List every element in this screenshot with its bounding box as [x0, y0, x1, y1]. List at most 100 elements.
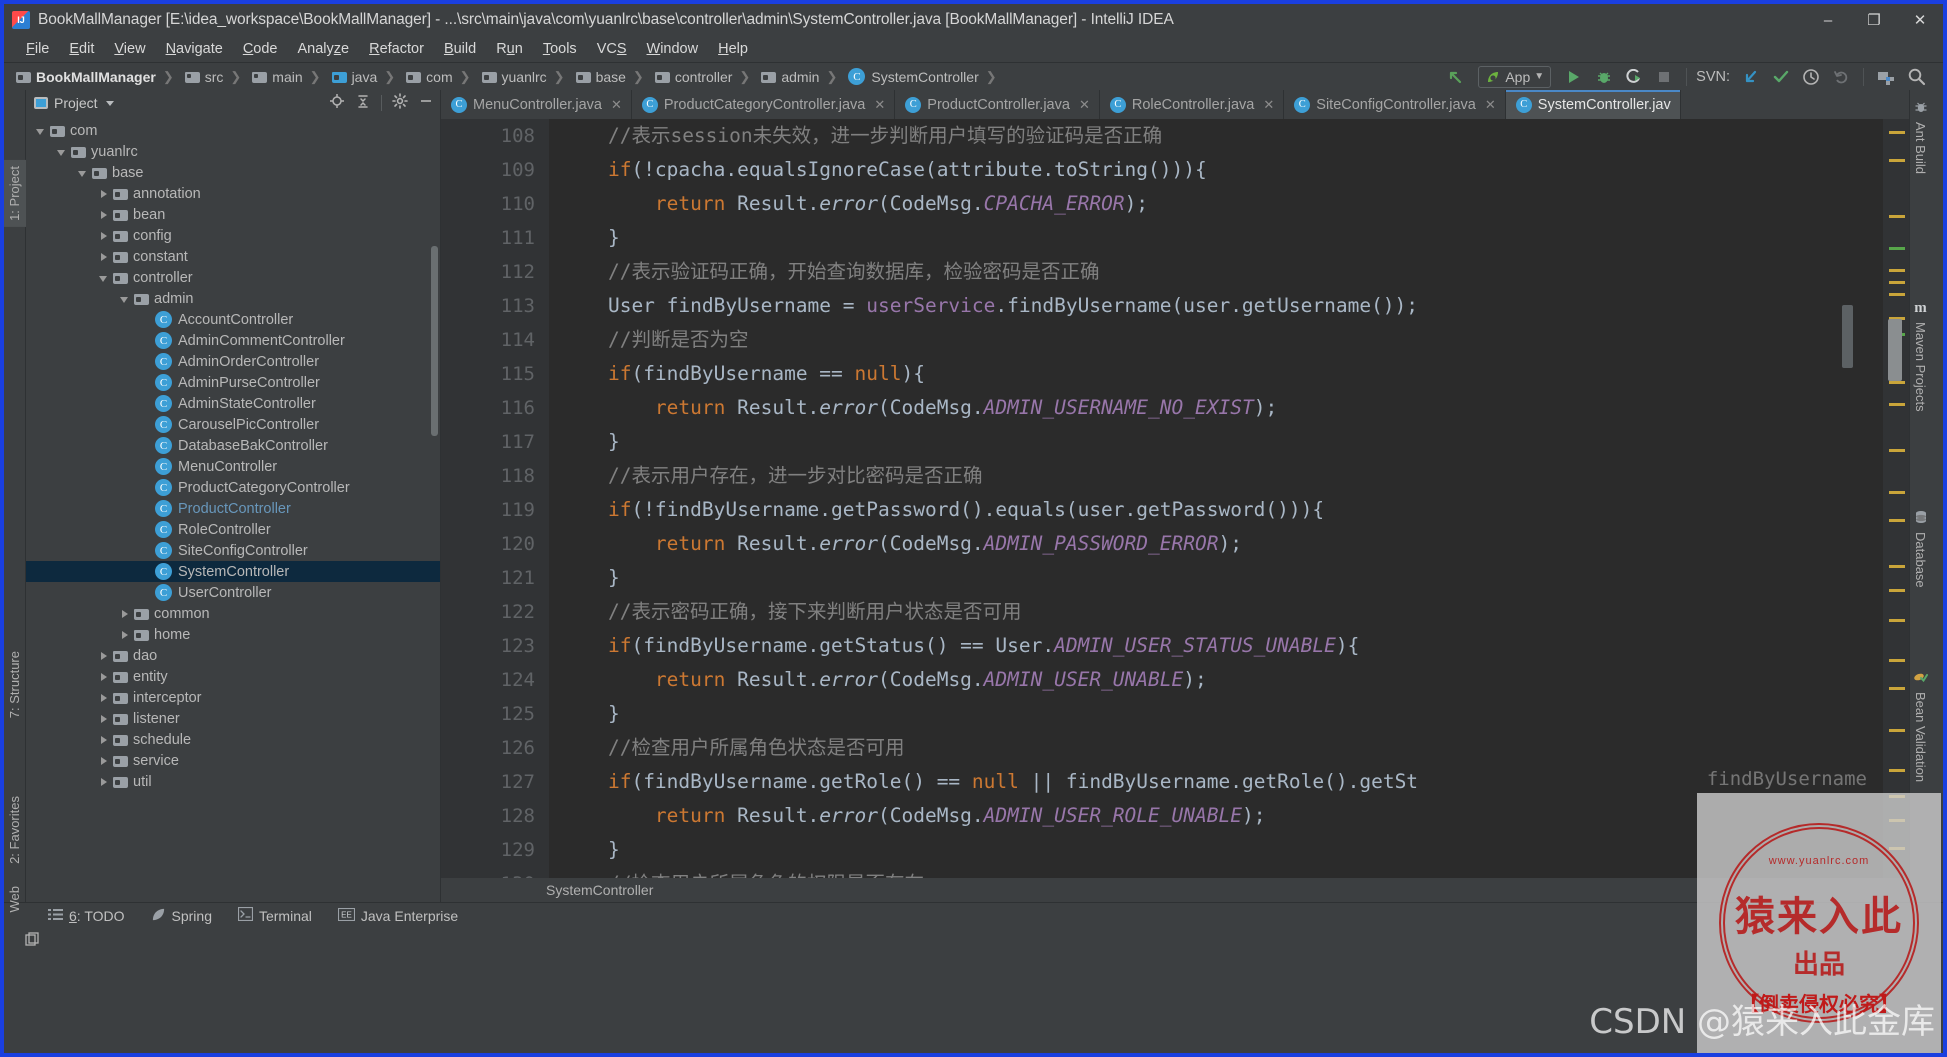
close-icon[interactable]: ✕ [611, 97, 622, 113]
editor-tab-productcategorycontroller-java[interactable]: C ProductCategoryController.java ✕ [632, 90, 896, 119]
menu-view[interactable]: View [104, 39, 155, 59]
tree-node-menucontroller[interactable]: C MenuController [26, 456, 440, 477]
tree-node-admin[interactable]: admin [26, 288, 440, 309]
collapse-all-icon[interactable] [355, 93, 371, 114]
chevron-down-icon[interactable] [105, 100, 114, 106]
chevron-right-icon[interactable] [97, 754, 111, 768]
tree-node-com[interactable]: com [26, 120, 440, 141]
tree-node-databasebakcontroller[interactable]: C DatabaseBakController [26, 435, 440, 456]
code-text-area[interactable]: //表示session未失效，进一步判断用户填写的验证码是否正确 if(!cpa… [549, 119, 1883, 878]
menu-vcs[interactable]: VCS [587, 39, 637, 59]
tree-node-adminordercontroller[interactable]: C AdminOrderController [26, 351, 440, 372]
error-stripe-mark[interactable] [1889, 589, 1905, 592]
debug-bug-icon[interactable] [1589, 64, 1619, 90]
menu-edit[interactable]: Edit [59, 39, 104, 59]
toggle-layout-icon[interactable] [24, 931, 40, 953]
editor-breadcrumb[interactable]: SystemController [441, 882, 653, 898]
menu-navigate[interactable]: Navigate [156, 39, 233, 59]
tree-node-systemcontroller[interactable]: C SystemController [26, 561, 440, 582]
tree-node-util[interactable]: util [26, 771, 440, 792]
tree-node-listener[interactable]: listener [26, 708, 440, 729]
error-stripe-mark[interactable] [1889, 293, 1905, 296]
tree-node-dao[interactable]: dao [26, 645, 440, 666]
back-arrow-icon[interactable] [1440, 64, 1470, 90]
breadcrumb-item-admin[interactable]: admin ❯ [759, 63, 846, 91]
chevron-right-icon[interactable] [97, 670, 111, 684]
close-icon[interactable]: ✕ [1079, 97, 1090, 113]
error-stripe-mark[interactable] [1889, 819, 1905, 822]
gear-icon[interactable] [392, 92, 408, 114]
chevron-down-icon[interactable] [34, 124, 48, 138]
error-stripe-mark[interactable] [1889, 131, 1905, 134]
chevron-down-icon[interactable] [97, 271, 111, 285]
chevron-right-icon[interactable] [97, 187, 111, 201]
minimize-button[interactable]: – [1805, 4, 1851, 36]
chevron-right-icon[interactable] [97, 775, 111, 789]
tool-window-tab-7-structure[interactable]: 7: Structure [4, 645, 26, 724]
tree-node-yuanlrc[interactable]: yuanlrc [26, 141, 440, 162]
project-structure-icon[interactable] [1871, 64, 1901, 90]
svn-update-icon[interactable] [1736, 64, 1766, 90]
tool-window-tab-maven-projects[interactable]: m Maven Projects [1913, 300, 1928, 412]
chevron-down-icon[interactable] [118, 292, 132, 306]
tree-node-interceptor[interactable]: interceptor [26, 687, 440, 708]
breadcrumb-item-yuanlrc[interactable]: yuanlrc ❯ [480, 63, 574, 91]
tree-node-carouselpiccontroller[interactable]: C CarouselPicController [26, 414, 440, 435]
tool-window-tab-bean-validation[interactable]: Bean Validation [1913, 670, 1928, 782]
chevron-right-icon[interactable] [97, 712, 111, 726]
editor-tab-rolecontroller-java[interactable]: C RoleController.java ✕ [1100, 90, 1285, 119]
run-with-coverage-icon[interactable] [1619, 64, 1649, 90]
error-stripe-mark[interactable] [1889, 403, 1905, 406]
svn-history-clock-icon[interactable] [1796, 64, 1826, 90]
error-stripe-mark[interactable] [1889, 729, 1905, 732]
menu-file[interactable]: File [16, 39, 59, 59]
menu-run[interactable]: Run [486, 39, 533, 59]
error-stripe-mark[interactable] [1889, 491, 1905, 494]
error-stripe-mark[interactable] [1889, 847, 1905, 850]
menu-analyze[interactable]: Analyze [288, 39, 360, 59]
error-stripe-mark[interactable] [1889, 269, 1905, 272]
tree-node-bean[interactable]: bean [26, 204, 440, 225]
error-stripe-mark[interactable] [1889, 449, 1905, 452]
editor-tab-systemcontroller-jav[interactable]: C SystemController.jav [1505, 90, 1681, 119]
menu-code[interactable]: Code [233, 39, 288, 59]
breadcrumb-item-java[interactable]: java ❯ [330, 63, 405, 91]
chevron-down-icon[interactable] [76, 166, 90, 180]
chevron-right-icon[interactable] [97, 229, 111, 243]
close-icon[interactable]: ✕ [874, 97, 885, 113]
tool-window-tab-1-project[interactable]: 1: Project [4, 160, 26, 227]
breadcrumb-item-base[interactable]: base ❯ [574, 63, 653, 91]
tree-node-constant[interactable]: constant [26, 246, 440, 267]
hide-icon[interactable] [418, 93, 434, 114]
locate-icon[interactable] [329, 93, 345, 114]
search-everywhere-icon[interactable] [1901, 64, 1931, 90]
menu-tools[interactable]: Tools [533, 39, 587, 59]
tree-node-entity[interactable]: entity [26, 666, 440, 687]
breadcrumb-item-src[interactable]: src ❯ [183, 63, 251, 91]
tree-node-rolecontroller[interactable]: C RoleController [26, 519, 440, 540]
menu-help[interactable]: Help [708, 39, 758, 59]
error-stripe-mark[interactable] [1889, 687, 1905, 690]
error-stripe-mark[interactable] [1889, 565, 1905, 568]
error-stripe-mark[interactable] [1889, 281, 1905, 284]
error-stripe-markers[interactable] [1883, 119, 1909, 878]
chevron-right-icon[interactable] [118, 628, 132, 642]
tree-node-adminstatecontroller[interactable]: C AdminStateController [26, 393, 440, 414]
tree-node-siteconfigcontroller[interactable]: C SiteConfigController [26, 540, 440, 561]
editor-tab-siteconfigcontroller-java[interactable]: C SiteConfigController.java ✕ [1284, 90, 1506, 119]
svn-rollback-icon[interactable] [1826, 64, 1856, 90]
chevron-down-icon[interactable] [55, 145, 69, 159]
error-stripe-mark[interactable] [1889, 619, 1905, 622]
editor-tab-productcontroller-java[interactable]: C ProductController.java ✕ [895, 90, 1100, 119]
tree-node-schedule[interactable]: schedule [26, 729, 440, 750]
error-stripe-thumb[interactable] [1888, 319, 1902, 381]
breadcrumb-item-main[interactable]: main ❯ [250, 63, 329, 91]
menu-refactor[interactable]: Refactor [359, 39, 434, 59]
run-play-icon[interactable] [1559, 64, 1589, 90]
tree-node-config[interactable]: config [26, 225, 440, 246]
close-icon[interactable]: ✕ [1263, 97, 1274, 113]
tree-node-usercontroller[interactable]: C UserController [26, 582, 440, 603]
bottom-tool-terminal[interactable]: Terminal [237, 906, 312, 924]
breadcrumb-item-bookmallmanager[interactable]: BookMallManager ❯ [14, 63, 183, 91]
editor-tab-menucontroller-java[interactable]: C MenuController.java ✕ [441, 90, 632, 119]
